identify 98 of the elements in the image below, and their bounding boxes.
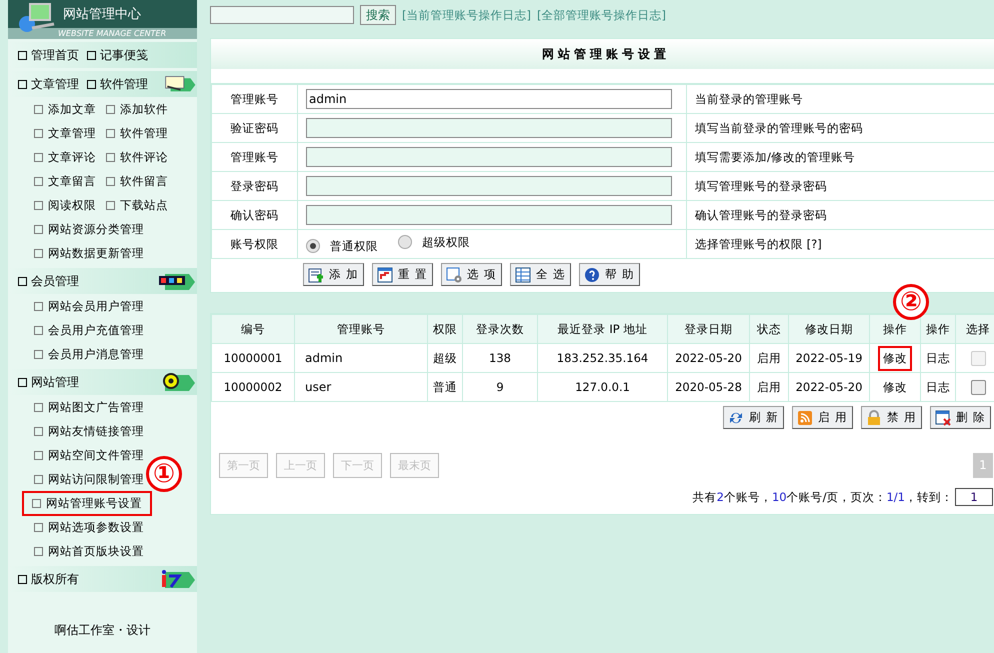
lock-icon — [866, 410, 882, 426]
section-link[interactable]: 网站管理 — [18, 374, 79, 390]
table-cell: 启用 — [750, 344, 788, 372]
table-cell: 2022-05-20 — [788, 372, 870, 402]
table-cell: 普通 — [428, 372, 462, 402]
section-link[interactable]: 文章管理 — [18, 76, 79, 92]
menu-item[interactable]: 文章评论 — [32, 148, 98, 166]
field-label: 管理账号 — [212, 142, 298, 172]
menu-item[interactable]: 网站访问限制管理 — [32, 470, 146, 488]
field-label: 登录密码 — [212, 172, 298, 200]
menu-item[interactable]: 网站首页版块设置 — [32, 542, 146, 560]
app-title: 网站管理中心 — [63, 6, 141, 23]
menu-item[interactable]: 网站选项参数设置 — [32, 518, 146, 536]
table-cell: 9 — [462, 372, 538, 402]
credit-text: 啊估工作室・设计 — [54, 622, 152, 639]
menu-item[interactable]: 网站管理账号设置 — [24, 492, 150, 514]
input-field[interactable] — [306, 118, 672, 138]
table-cell: 2022-05-19 — [788, 344, 870, 372]
menu-item[interactable]: 网站数据更新管理 — [32, 244, 146, 262]
table-cell: user — [294, 372, 428, 402]
menu-item[interactable]: 文章留言 — [32, 172, 98, 190]
menu-item[interactable]: 会员用户消息管理 — [32, 344, 146, 364]
field-label: 确认密码 — [212, 200, 298, 230]
menu-item[interactable]: 网站空间文件管理 — [32, 446, 146, 464]
section-link[interactable]: 会员管理 — [18, 272, 79, 290]
section-link[interactable]: 版权所有 — [18, 570, 79, 588]
table-cell: 183.252.35.164 — [538, 344, 668, 372]
table-cell: 2022-05-20 — [668, 344, 750, 372]
search-field[interactable] — [210, 6, 354, 24]
table-cell: 127.0.0.1 — [538, 372, 668, 402]
menu-item[interactable]: 下载站点 — [104, 196, 170, 214]
menu-item[interactable]: 软件管理 — [104, 124, 170, 142]
section-link[interactable]: 记事便笺 — [87, 46, 148, 64]
menu-item[interactable]: 网站友情链接管理 — [32, 422, 146, 440]
input-field[interactable] — [306, 176, 672, 196]
toolbar-button[interactable]: 禁用 — [861, 406, 922, 429]
toolbar-button[interactable]: 选项 — [441, 263, 502, 286]
input-field[interactable]: admin — [306, 89, 672, 109]
menu-item[interactable]: 阅读权限 — [32, 196, 98, 214]
table-cell: 超级 — [428, 344, 462, 372]
menu-item[interactable]: 网站会员用户管理 — [32, 296, 146, 316]
column-header: 登录次数 — [462, 314, 538, 344]
toolbar-button[interactable]: 重置 — [372, 263, 433, 286]
menu-item[interactable]: 网站资源分类管理 — [32, 220, 146, 238]
help-icon — [584, 266, 600, 282]
radio-option[interactable]: 超级权限 — [398, 234, 470, 250]
field-label: 账号权限 — [212, 230, 298, 258]
menu-item[interactable]: 文章管理 — [32, 124, 98, 142]
table-cell: 10000002 — [212, 372, 294, 402]
table-icon — [515, 266, 531, 282]
column-header: 编号 — [212, 314, 294, 344]
toolbar-button[interactable]: 帮助 — [579, 263, 640, 286]
section-link[interactable]: 管理首页 — [18, 46, 79, 64]
toolbar-button[interactable]: 删除 — [930, 406, 991, 429]
field-hint: 当前登录的管理账号 — [686, 84, 994, 114]
input-field[interactable] — [306, 205, 672, 225]
toolbar-button[interactable]: 刷新 — [723, 406, 784, 429]
column-header: 修改日期 — [788, 314, 870, 344]
column-header: 管理账号 — [294, 314, 428, 344]
table-cell: 2020-05-28 — [668, 372, 750, 402]
pagination-summary: 共有2个账号，10个账号/页，页次：1/1，转到： — [692, 490, 953, 504]
window-icon — [377, 266, 393, 282]
search-button[interactable]: 搜索 — [360, 5, 396, 25]
table-cell: 启用 — [750, 372, 788, 402]
input-field[interactable] — [306, 147, 672, 167]
rss-icon — [797, 410, 813, 426]
column-header: 最近登录 IP 地址 — [538, 314, 668, 344]
column-header: 操作 — [870, 314, 920, 344]
field-label: 管理账号 — [212, 84, 298, 114]
column-header: 状态 — [750, 314, 788, 344]
table-cell: 138 — [462, 344, 538, 372]
panel-title: 网站管理账号设置 — [211, 39, 994, 69]
add-file-icon — [308, 266, 324, 282]
delete-icon — [935, 410, 951, 426]
field-label: 验证密码 — [212, 114, 298, 142]
menu-item[interactable]: 会员用户充值管理 — [32, 320, 146, 340]
column-header: 登录日期 — [668, 314, 750, 344]
app-subtitle: WEBSITE MANAGE CENTER — [58, 28, 166, 39]
column-header: 操作 — [920, 314, 956, 344]
toolbar-button[interactable]: 启用 — [792, 406, 853, 429]
menu-item[interactable]: 添加软件 — [104, 100, 170, 118]
toolbar-button[interactable]: 添加 — [303, 263, 364, 286]
radio-option[interactable]: 普通权限 — [306, 238, 378, 254]
computer-icon — [18, 2, 56, 32]
menu-item[interactable]: 网站图文广告管理 — [32, 398, 146, 416]
settings-icon — [446, 266, 462, 282]
page-input[interactable]: 1 — [955, 488, 993, 506]
column-header: 权限 — [428, 314, 462, 344]
section-link[interactable]: 软件管理 — [87, 76, 148, 92]
column-header: 选择 — [956, 314, 994, 344]
table-cell: 10000001 — [212, 344, 294, 372]
menu-item[interactable]: 软件评论 — [104, 148, 170, 166]
row-checkbox[interactable] — [970, 380, 986, 395]
log-link[interactable]: 日志 — [921, 374, 955, 400]
table-cell: admin — [294, 344, 428, 372]
menu-item[interactable]: 添加文章 — [32, 100, 98, 118]
menu-item[interactable]: 软件留言 — [104, 172, 170, 190]
toolbar-button[interactable]: 全选 — [510, 263, 571, 286]
